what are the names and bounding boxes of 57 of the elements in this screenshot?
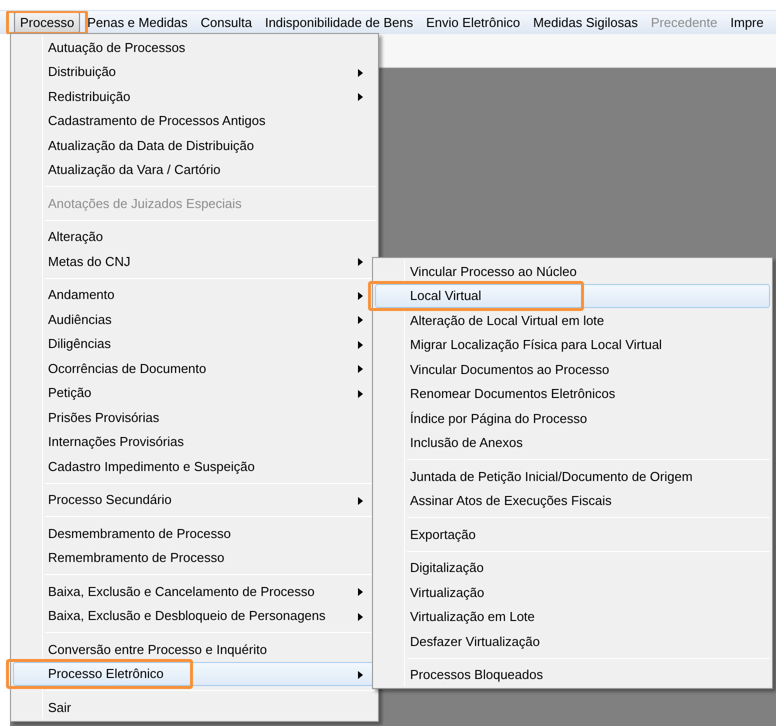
- submenu-arrow-icon: [358, 365, 363, 373]
- submenu-arrow-icon: [358, 612, 363, 620]
- menu-item[interactable]: Audiências: [13, 307, 376, 332]
- menu-item[interactable]: Exportação: [375, 522, 770, 546]
- submenu-arrow-icon: [358, 496, 363, 504]
- menu-item[interactable]: Digitalização: [375, 556, 770, 580]
- menu-item[interactable]: Prisões Provisórias: [13, 405, 376, 430]
- menu-bar-item[interactable]: Penas e Medidas: [81, 12, 194, 33]
- menu-item[interactable]: Alteração: [13, 224, 376, 249]
- menu-item[interactable]: Vincular Processo ao Núcleo: [375, 259, 770, 284]
- submenu-arrow-icon: [358, 588, 363, 596]
- menu-item[interactable]: Alteração de Local Virtual em lote: [375, 308, 770, 332]
- menu-bar-item[interactable]: Processo: [14, 12, 80, 33]
- menu-bar-item[interactable]: Envio Eletrônico: [420, 12, 526, 33]
- submenu-arrow-icon: [358, 316, 363, 324]
- submenu-arrow-icon: [358, 93, 363, 101]
- menu-item[interactable]: Migrar Localização Física para Local Virtual: [375, 332, 770, 357]
- menu-item[interactable]: Remembramento de Processo: [13, 546, 376, 570]
- menu-bar-item[interactable]: Consulta: [194, 12, 258, 33]
- menu-item[interactable]: Virtualização em Lote: [375, 604, 770, 629]
- menu-bar-item[interactable]: Impre: [724, 12, 770, 33]
- menu-item[interactable]: Petição: [13, 380, 376, 405]
- menu-item[interactable]: Autuação de Processos: [13, 35, 376, 60]
- submenu-arrow-icon: [358, 390, 363, 398]
- menu-bar-item[interactable]: Indisponibilidade de Bens: [258, 12, 420, 33]
- menu-item[interactable]: Baixa, Exclusão e Desbloqueio de Personagens: [13, 604, 376, 628]
- menu-item[interactable]: Cadastro Impedimento e Suspeição: [13, 454, 376, 478]
- menu-item[interactable]: Local Virtual: [375, 284, 770, 308]
- menu-item[interactable]: Inclusão de Anexos: [375, 430, 770, 455]
- menu-item[interactable]: Redistribuição: [13, 84, 376, 108]
- submenu-arrow-icon: [358, 292, 363, 300]
- menu-bar-item[interactable]: Medidas Sigilosas: [527, 12, 644, 33]
- menu-item[interactable]: Desfazer Virtualização: [375, 629, 770, 654]
- menu-item[interactable]: Distribuição: [13, 60, 376, 84]
- menu-item[interactable]: Processo Secundário: [13, 488, 376, 512]
- menu-item[interactable]: Processos Bloqueados: [375, 662, 770, 687]
- submenu-arrow-icon: [358, 258, 363, 266]
- menu-item[interactable]: Diligências: [13, 332, 376, 356]
- submenu-arrow-icon: [358, 670, 363, 678]
- menu-item[interactable]: Conversão entre Processo e Inquérito: [13, 637, 376, 662]
- menu-item[interactable]: Metas do CNJ: [13, 249, 376, 274]
- menu-item[interactable]: Internações Provisórias: [13, 430, 376, 454]
- menu-item[interactable]: Juntada de Petição Inicial/Documento de Origem: [375, 464, 770, 488]
- menu-item[interactable]: Índice por Página do Processo: [375, 406, 770, 430]
- menu-item[interactable]: Sair: [13, 695, 376, 720]
- menu-item[interactable]: Cadastramento de Processos Antigos: [13, 108, 376, 133]
- menu-item[interactable]: Renomear Documentos Eletrônicos: [375, 382, 770, 406]
- menu-item[interactable]: Ocorrências de Documento: [13, 356, 376, 380]
- menu-item[interactable]: Virtualização: [375, 580, 770, 604]
- menu-item[interactable]: Desmembramento de Processo: [13, 521, 376, 546]
- menu-item[interactable]: Assinar Atos de Execuções Fiscais: [375, 488, 770, 513]
- menu-item[interactable]: Atualização da Vara / Cartório: [13, 158, 376, 182]
- menu-item[interactable]: Baixa, Exclusão e Cancelamento de Processo: [13, 579, 376, 604]
- menu-item[interactable]: Atualização da Data de Distribuição: [13, 133, 376, 158]
- submenu-arrow-icon: [358, 340, 363, 348]
- menu-item[interactable]: Vincular Documentos ao Processo: [375, 357, 770, 382]
- submenu-arrow-icon: [358, 68, 363, 76]
